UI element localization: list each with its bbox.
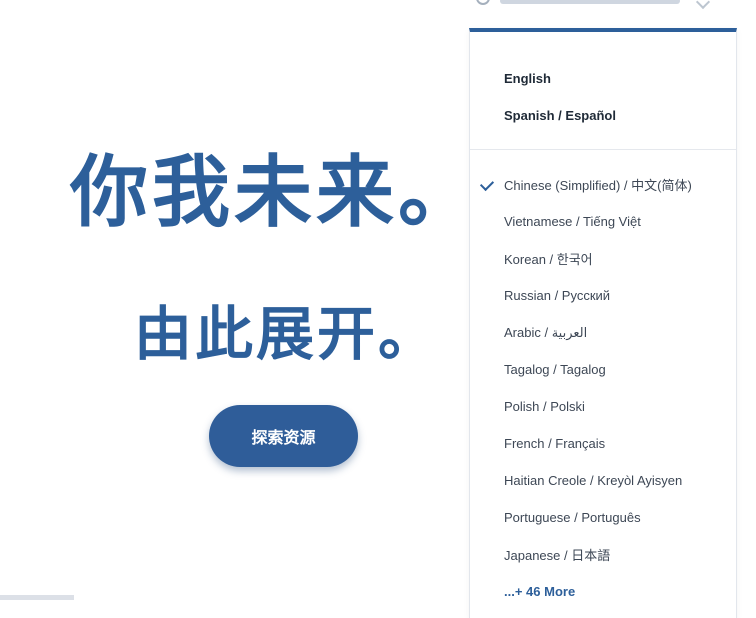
language-item-french[interactable]: French / Français xyxy=(470,425,736,462)
language-item-polish[interactable]: Polish / Polski xyxy=(470,388,736,425)
language-item-tagalog[interactable]: Tagalog / Tagalog xyxy=(470,351,736,388)
chevron-down-icon xyxy=(695,0,711,10)
language-item-portuguese[interactable]: Portuguese / Português xyxy=(470,499,736,536)
hero-subtitle: 由此展开。 xyxy=(134,300,440,368)
language-menu: English Spanish / Español Chinese (Simpl… xyxy=(469,28,737,618)
language-switcher-partial[interactable] xyxy=(472,0,732,10)
language-menu-divider xyxy=(470,149,736,150)
more-languages-link[interactable]: ...+ 46 More xyxy=(470,573,736,610)
hero-title: 你我未来。 xyxy=(70,148,481,238)
language-item-label: Chinese (Simplified) / 中文(简体) xyxy=(504,178,692,193)
language-menu-primary-group: English Spanish / Español xyxy=(470,32,736,134)
hero-section: 你我未来。 由此展开。 探索资源 xyxy=(0,0,476,600)
language-menu-secondary-group: Chinese (Simplified) / 中文(简体) Vietnamese… xyxy=(470,166,736,610)
language-item-korean[interactable]: Korean / 한국어 xyxy=(470,240,736,277)
explore-resources-button[interactable]: 探索资源 xyxy=(209,405,358,467)
check-icon xyxy=(479,176,495,192)
language-item-haitian-creole[interactable]: Haitian Creole / Kreyòl Ayisyen xyxy=(470,462,736,499)
language-item-vietnamese[interactable]: Vietnamese / Tiếng Việt xyxy=(470,203,736,240)
language-item-arabic[interactable]: Arabic / العربية xyxy=(470,314,736,351)
language-item-spanish[interactable]: Spanish / Español xyxy=(470,97,736,134)
language-item-russian[interactable]: Russian / Русский xyxy=(470,277,736,314)
language-item-japanese[interactable]: Japanese / 日本語 xyxy=(470,536,736,573)
language-switcher-label-blurred xyxy=(500,0,680,4)
bottom-left-fade xyxy=(0,595,74,600)
language-item-chinese-simplified[interactable]: Chinese (Simplified) / 中文(简体) xyxy=(470,166,736,203)
language-item-english[interactable]: English xyxy=(470,60,736,97)
globe-icon xyxy=(476,0,490,5)
